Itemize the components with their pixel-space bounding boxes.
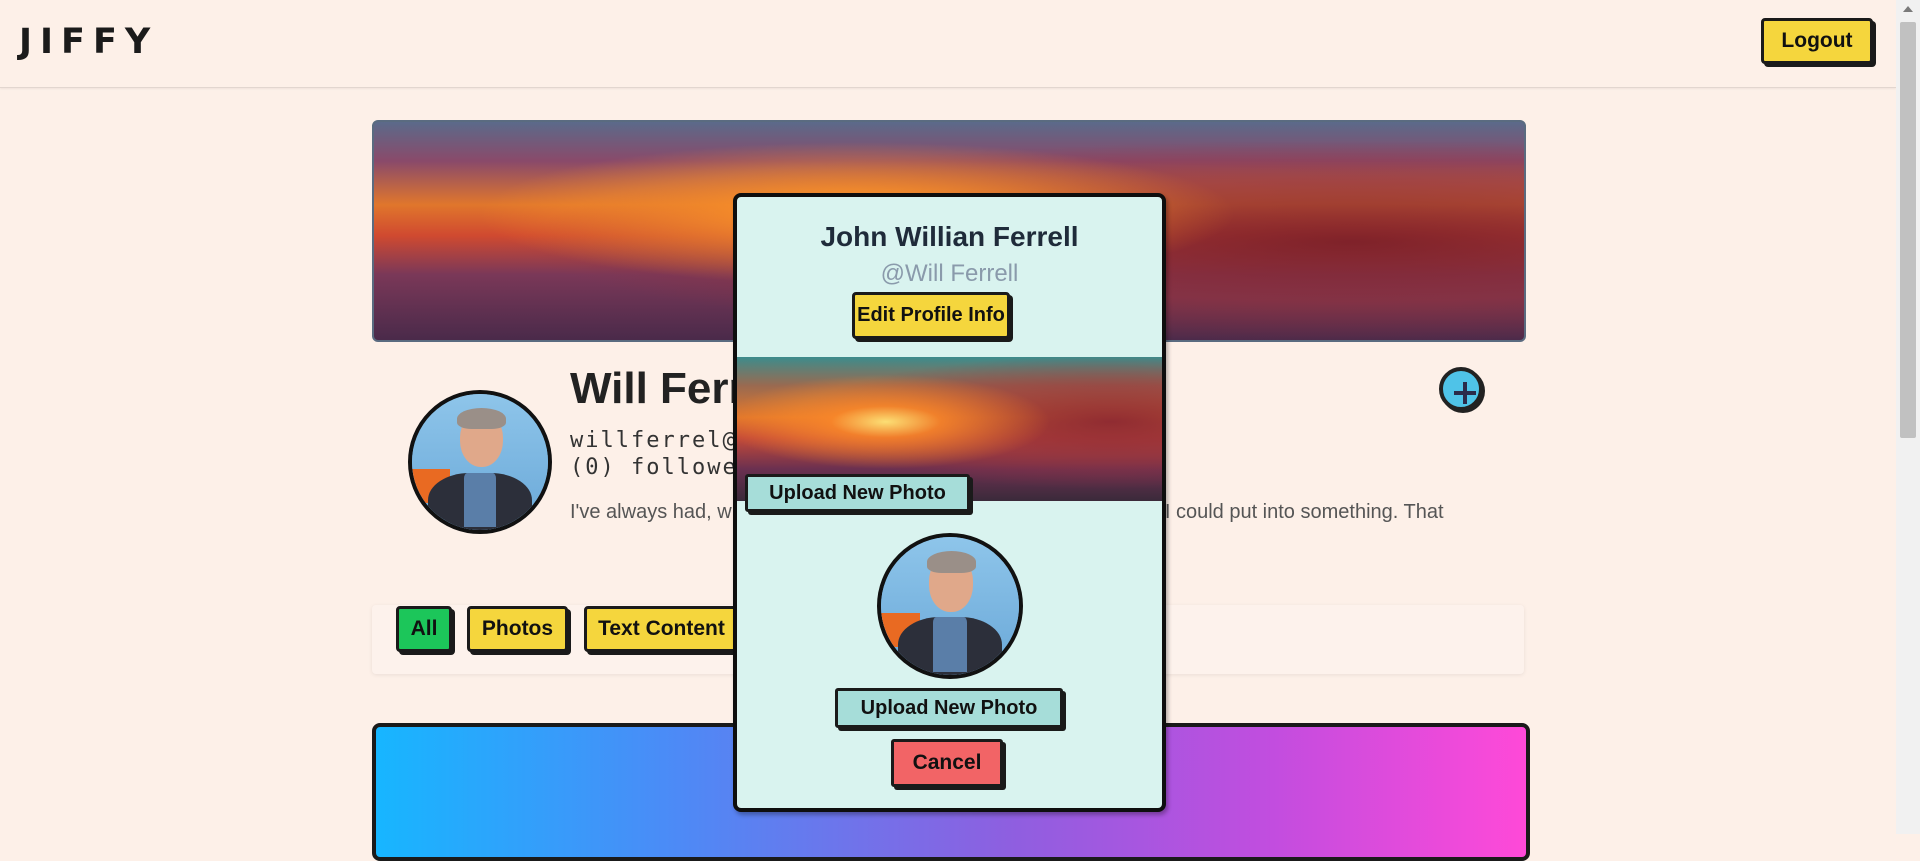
modal-full-name: John Willian Ferrell [820,221,1079,252]
logout-button[interactable]: Logout [1761,18,1873,64]
edit-profile-modal: John Willian Ferrell @Will Ferrell Edit … [733,193,1166,812]
filter-all-button[interactable]: All [396,606,452,652]
profile-avatar [408,390,552,534]
filter-photos-button[interactable]: Photos [467,606,568,652]
modal-handle: @Will Ferrell [880,260,1019,287]
scroll-thumb[interactable] [1900,22,1916,438]
upload-avatar-photo-button[interactable]: Upload New Photo [835,688,1063,728]
edit-profile-info-button[interactable]: Edit Profile Info [852,292,1010,339]
filter-text-content-button[interactable]: Text Content [584,606,739,652]
top-header: JIFFY Logout [0,0,1896,88]
cancel-button[interactable]: Cancel [891,739,1003,787]
page-scrollbar[interactable] [1896,0,1920,834]
upload-banner-photo-button[interactable]: Upload New Photo [745,474,970,512]
logo[interactable]: JIFFY [19,22,158,62]
scroll-up-arrow-icon[interactable] [1903,6,1913,12]
add-post-button[interactable] [1439,367,1483,411]
modal-avatar-preview [877,533,1023,679]
